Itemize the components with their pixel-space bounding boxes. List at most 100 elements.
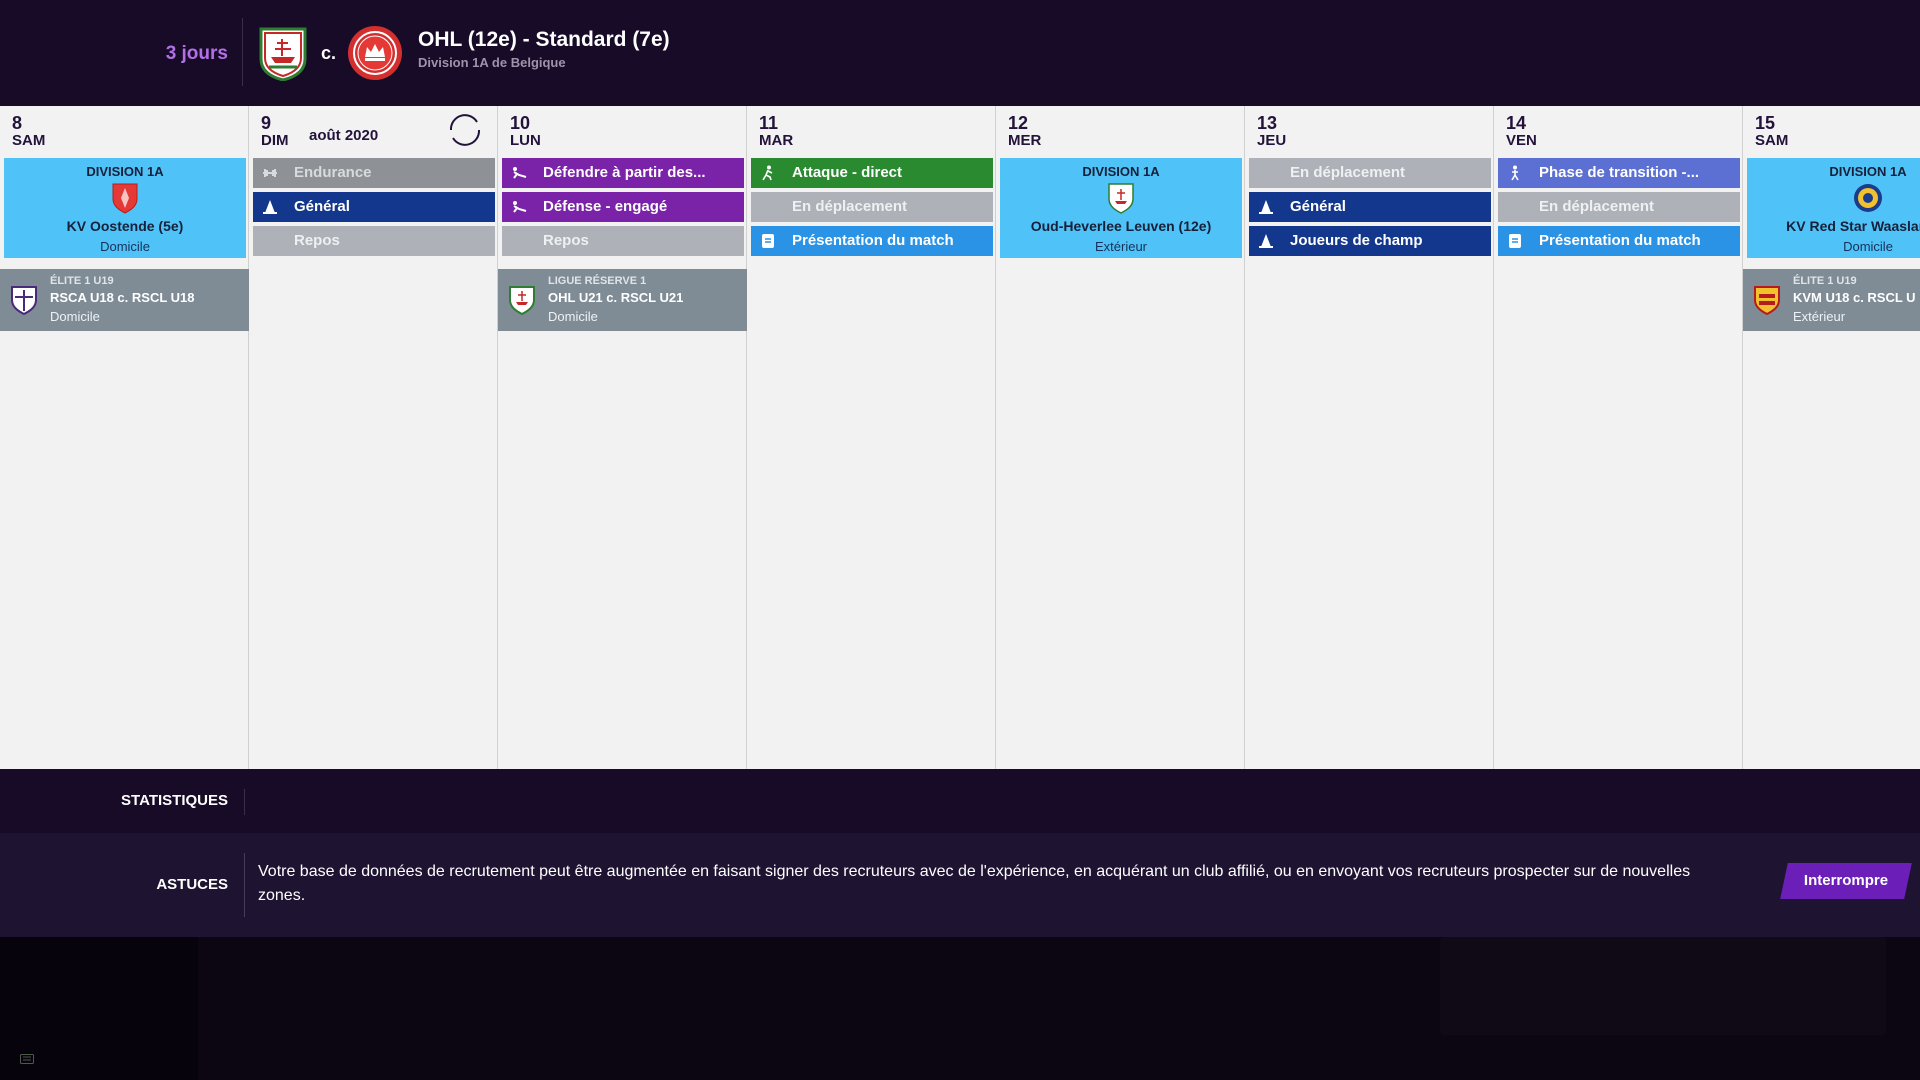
session-label: Joueurs de champ <box>1290 232 1423 249</box>
cone-icon <box>1259 234 1273 248</box>
dumbbell-icon <box>263 169 277 177</box>
first-team-match-card[interactable]: DIVISION 1A Oud-Heverlee Leuven (12e) Ex… <box>1000 158 1242 258</box>
training-session[interactable]: Défense - engagé <box>502 192 744 222</box>
ohl-crest-icon <box>1108 183 1134 214</box>
ohl-crest-icon[interactable] <box>255 25 311 81</box>
training-session[interactable]: Général <box>1249 192 1491 222</box>
match-competition: DIVISION 1A <box>1829 164 1907 179</box>
day-number: 9 <box>261 113 272 133</box>
day-number: 8 <box>12 113 23 133</box>
opponent-name: KV Red Star Waasland-S <box>1786 218 1920 234</box>
standard-crest-icon[interactable] <box>347 25 403 81</box>
clipboard-icon <box>1509 234 1521 248</box>
day-name: SAM <box>1755 132 1789 149</box>
kv-oostende-crest-icon <box>112 183 138 214</box>
youth-venue: Domicile <box>548 309 598 324</box>
first-team-match-card[interactable]: DIVISION 1A KV Oostende (5e) Domicile <box>4 158 246 258</box>
session-label: Repos <box>294 232 340 249</box>
session-label: Endurance <box>294 164 372 181</box>
day-column[interactable]: 9 DIM août 2020 Endurance Général Repos <box>249 106 498 769</box>
refresh-icon[interactable] <box>447 112 483 148</box>
training-session[interactable]: Présentation du match <box>1498 226 1740 256</box>
youth-match-card[interactable]: LIGUE RÉSERVE 1 OHL U21 c. RSCL U21 Domi… <box>498 269 747 331</box>
day-column[interactable]: 12 MER DIVISION 1A Oud-Heverlee Leuven (… <box>996 106 1245 769</box>
training-session[interactable]: Attaque - direct <box>751 158 993 188</box>
tip-text: Votre base de données de recrutement peu… <box>258 863 1691 904</box>
day-column[interactable]: 10 LUN Défendre à partir des... Défense … <box>498 106 747 769</box>
day-number: 11 <box>759 113 779 133</box>
training-session[interactable]: Présentation du match <box>751 226 993 256</box>
day-column[interactable]: 15 SAM DIVISION 1A KV Red Star Waasland-… <box>1743 106 1920 769</box>
youth-competition: LIGUE RÉSERVE 1 <box>548 275 647 287</box>
day-name: DIM <box>261 132 289 149</box>
day-column[interactable]: 11 MAR Attaque - direct En déplacement P… <box>747 106 996 769</box>
session-label: Phase de transition -... <box>1539 164 1700 181</box>
session-label: Général <box>1290 198 1346 215</box>
keyboard-icon[interactable] <box>20 1054 34 1064</box>
youth-match: OHL U21 c. RSCL U21 <box>548 290 684 305</box>
day-column[interactable]: 14 VEN Phase de transition -... En dépla… <box>1494 106 1743 769</box>
rsca-crest-icon <box>11 286 37 315</box>
day-name: VEN <box>1506 132 1537 149</box>
slide-tackle-icon <box>513 201 527 213</box>
match-venue: Extérieur <box>1094 239 1148 254</box>
match-title[interactable]: OHL (12e) - Standard (7e) <box>418 28 670 52</box>
youth-match: KVM U18 c. RSCL U <box>1793 290 1916 305</box>
bottom-right-panel <box>1440 937 1886 1035</box>
day-number: 13 <box>1257 113 1278 133</box>
header-divider <box>242 18 243 86</box>
youth-venue: Domicile <box>50 309 100 324</box>
day-name: LUN <box>510 132 541 149</box>
opponent-name: KV Oostende (5e) <box>66 218 184 234</box>
tips-divider <box>244 853 245 917</box>
youth-match-card[interactable]: ÉLITE 1 U19 RSCA U18 c. RSCL U18 Domicil… <box>0 269 249 331</box>
tips-label: ASTUCES <box>156 876 228 893</box>
day-column[interactable]: 13 JEU En déplacement Général Joueurs de… <box>1245 106 1494 769</box>
versus-label: c. <box>321 43 337 63</box>
session-label: Repos <box>543 232 589 249</box>
kvm-crest-icon <box>1754 286 1780 315</box>
session-label: Général <box>294 198 350 215</box>
training-session[interactable]: Phase de transition -... <box>1498 158 1740 188</box>
cone-icon <box>1259 200 1273 214</box>
youth-match: RSCA U18 c. RSCL U18 <box>50 290 195 305</box>
day-column[interactable]: 8 SAM DIVISION 1A KV Oostende (5e) Domic… <box>0 106 249 769</box>
training-session[interactable]: Endurance <box>253 158 495 188</box>
session-label: Défense - engagé <box>543 198 668 215</box>
training-session[interactable]: Repos <box>253 226 495 256</box>
session-label: En déplacement <box>1290 164 1406 181</box>
match-venue: Domicile <box>1843 239 1893 254</box>
statistics-bar: STATISTIQUES <box>0 769 1920 833</box>
weekly-calendar: 8 SAM DIVISION 1A KV Oostende (5e) Domic… <box>0 106 1920 769</box>
training-session[interactable]: Joueurs de champ <box>1249 226 1491 256</box>
training-session[interactable]: Défendre à partir des... <box>502 158 744 188</box>
match-venue: Domicile <box>100 239 150 254</box>
youth-venue: Extérieur <box>1793 309 1846 324</box>
countdown-label: 3 jours <box>165 43 228 64</box>
running-player-icon <box>762 165 773 181</box>
training-session[interactable]: En déplacement <box>1249 158 1491 188</box>
training-session[interactable]: En déplacement <box>1498 192 1740 222</box>
training-session[interactable]: En déplacement <box>751 192 993 222</box>
session-label: Attaque - direct <box>792 164 903 181</box>
tips-bar: ASTUCES Votre base de données de recrute… <box>0 833 1920 937</box>
training-session[interactable]: Repos <box>502 226 744 256</box>
session-label: Présentation du match <box>1539 232 1701 249</box>
walking-player-icon <box>1511 165 1519 181</box>
match-competition: DIVISION 1A <box>86 164 164 179</box>
youth-match-card[interactable]: ÉLITE 1 U19 KVM U18 c. RSCL U Extérieur <box>1743 269 1920 331</box>
day-name: JEU <box>1257 132 1287 149</box>
day-number: 15 <box>1755 113 1776 133</box>
day-number: 10 <box>510 113 531 133</box>
interrupt-button[interactable]: Interrompre <box>1780 863 1912 899</box>
day-name: MER <box>1008 132 1042 149</box>
match-competition: DIVISION 1A <box>1082 164 1160 179</box>
training-session[interactable]: Général <box>253 192 495 222</box>
match-competition[interactable]: Division 1A de Belgique <box>418 55 566 70</box>
day-name: MAR <box>759 132 794 149</box>
session-label: En déplacement <box>1539 198 1655 215</box>
statistics-label[interactable]: STATISTIQUES <box>121 792 228 809</box>
youth-competition: ÉLITE 1 U19 <box>50 275 114 287</box>
clipboard-icon <box>762 234 774 248</box>
first-team-match-card[interactable]: DIVISION 1A KV Red Star Waasland-S Domic… <box>1747 158 1920 258</box>
